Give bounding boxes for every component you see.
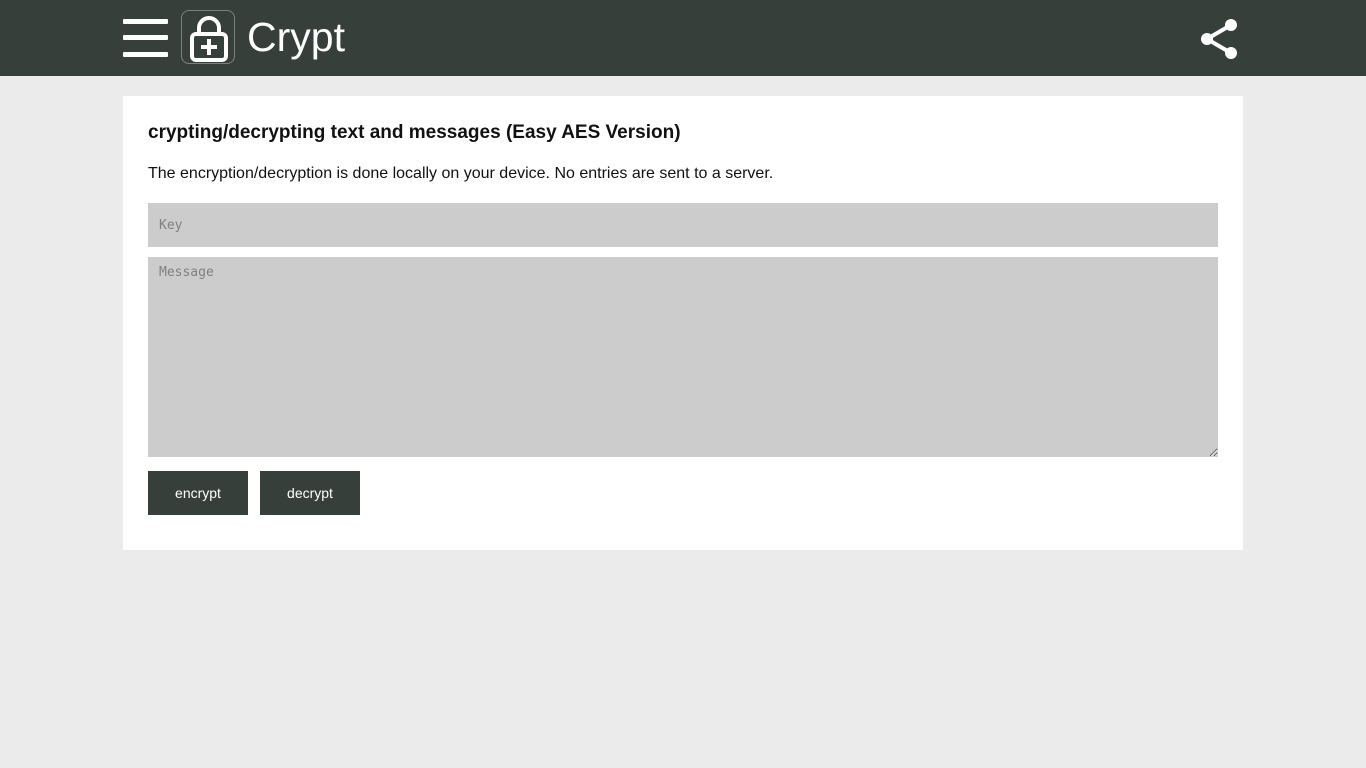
key-input[interactable] [148,203,1218,247]
share-graphic [1201,19,1237,59]
crypt-card: crypting/decrypting text and messages (E… [123,96,1243,550]
privacy-note: The encryption/decryption is done locall… [148,165,774,182]
hamburger-menu-icon[interactable] [123,18,168,58]
padlock-plus-icon[interactable] [181,10,235,64]
menu-bar-line [123,35,168,40]
menu-bar-line [123,52,168,57]
menu-bar-line [123,19,168,24]
padlock-plus-graphic [190,16,228,62]
app-title[interactable]: Crypt [247,12,345,62]
encrypt-button[interactable]: encrypt [148,471,248,515]
decrypt-button[interactable]: decrypt [260,471,360,515]
share-icon[interactable] [1199,17,1241,61]
top-bar: Crypt [0,0,1366,76]
message-textarea[interactable] [148,257,1218,457]
page-title: crypting/decrypting text and messages (E… [148,122,681,143]
